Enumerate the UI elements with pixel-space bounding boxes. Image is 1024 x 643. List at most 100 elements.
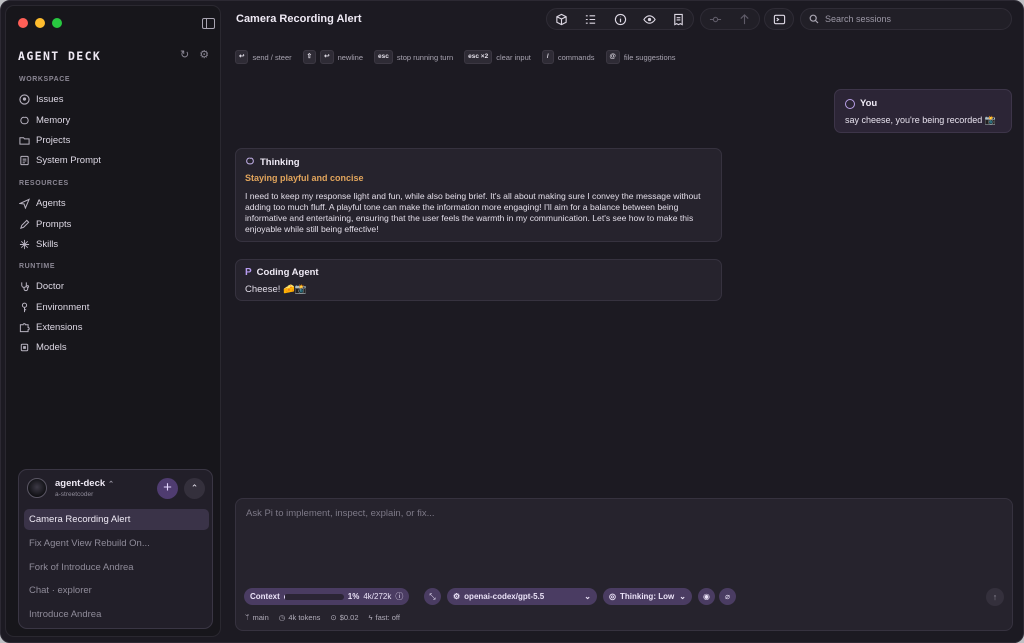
cost-indicator: ⊙ $0.02: [330, 613, 358, 622]
section-label-workspace: WORKSPACE: [19, 76, 71, 83]
agent-logo-icon: P: [245, 267, 252, 278]
chevron-down-icon: ⌄: [679, 592, 686, 601]
sidebar-item-label: Agents: [36, 197, 66, 209]
branch-name: main: [252, 613, 269, 622]
fast-mode-text: fast: off: [375, 613, 400, 622]
sidebar-item-extensions[interactable]: Extensions: [19, 320, 82, 334]
sidebar-item-label: Projects: [36, 134, 71, 146]
thinking-title: Thinking: [260, 157, 300, 168]
sidebar-item-system-prompt[interactable]: System Prompt: [19, 153, 101, 167]
new-session-button[interactable]: +: [157, 478, 178, 499]
thinking-header: Thinking: [245, 156, 300, 169]
section-label-resources: RESOURCES: [19, 180, 69, 187]
shortcut-files: @ file suggestions: [605, 50, 676, 64]
composer-footer: ᛘ main ◷ 4k tokens ⊙ $0.02 ϟ fast: off: [245, 613, 400, 622]
toolbar-terminal-group: [764, 8, 794, 30]
refresh-icon[interactable]: ↻: [180, 48, 189, 61]
session-item[interactable]: Fork of Introduce Andrea: [24, 557, 209, 578]
info-icon[interactable]: [605, 8, 634, 30]
push-arrow-icon[interactable]: [730, 8, 759, 30]
sidebar-item-models[interactable]: Models: [19, 340, 67, 354]
session-item[interactable]: Chat · explorer: [24, 580, 209, 601]
sidebar-item-label: Prompts: [36, 218, 72, 230]
shortcut-hints: ↩ send / steer ⇧ ↩ newline esc stop running …: [235, 50, 681, 64]
send-icon: [19, 197, 30, 209]
sidebar-item-doctor[interactable]: Doctor: [19, 279, 64, 293]
lightning-off-icon: ϟ: [368, 613, 373, 622]
token-count-text: 4k tokens: [288, 613, 321, 622]
minimize-window-button[interactable]: [35, 18, 45, 28]
brain-icon: [245, 156, 255, 169]
context-usage-pill[interactable]: Context 1% 4k/272k ⓘ: [244, 588, 410, 605]
context-label: Context: [250, 592, 280, 601]
github-icon[interactable]: ◉: [698, 588, 715, 605]
project-owner: a-streetcoder: [55, 491, 94, 498]
agent-message-text: Cheese! 🧀📸: [245, 284, 307, 295]
sidebar-item-label: System Prompt: [36, 154, 101, 166]
commit-icon[interactable]: [701, 8, 730, 30]
kbd-key: ↩: [235, 50, 249, 64]
fast-mode-toggle[interactable]: ϟ fast: off: [369, 613, 400, 622]
terminal-icon[interactable]: [765, 8, 793, 30]
brand-logo: AGENT DECK: [18, 49, 102, 63]
gear-icon: ⚙: [453, 592, 461, 601]
page-title: Camera Recording Alert: [236, 13, 362, 25]
github-icon: [19, 93, 30, 105]
sidebar-item-prompts[interactable]: Prompts: [19, 217, 71, 231]
brain-icon: ◎: [609, 592, 616, 601]
session-item[interactable]: Introduce Andrea: [24, 604, 209, 625]
close-window-button[interactable]: [18, 18, 28, 28]
chevron-up-down-icon: ⌃: [108, 481, 115, 488]
sidebar-item-memory[interactable]: Memory: [19, 113, 70, 127]
sessions-panel: agent-deck ⌃ a-streetcoder + ⌃ Camera Rec…: [18, 469, 213, 629]
receipt-icon[interactable]: [664, 8, 693, 30]
shortcut-label: newline: [337, 52, 363, 62]
search-input[interactable]: Search sessions: [800, 8, 1012, 30]
user-message-text: say cheese, you're being recorded 📸: [845, 115, 997, 125]
collapse-sessions-button[interactable]: ⌃: [184, 478, 205, 499]
gear-icon[interactable]: ⚙: [199, 48, 209, 61]
window-controls: [18, 18, 62, 28]
thinking-level-selector[interactable]: ◎ Thinking: Low ⌄: [603, 588, 692, 605]
user-icon: [845, 98, 855, 109]
kbd-key: /: [541, 50, 554, 64]
token-count: ◷ 4k tokens: [279, 613, 321, 622]
package-icon[interactable]: [547, 8, 576, 30]
sidebar-item-agents[interactable]: Agents: [19, 196, 66, 210]
thinking-card[interactable]: Thinking Staying playful and concise I n…: [235, 148, 722, 242]
paperclip-icon[interactable]: ⌀: [719, 588, 736, 605]
prompt-input[interactable]: Ask Pi to implement, inspect, explain, o…: [246, 508, 946, 519]
session-item[interactable]: Fix Agent View Rebuild On...: [24, 533, 209, 554]
thinking-body: I need to keep my response light and fun…: [245, 191, 701, 234]
context-percent: 1%: [347, 592, 360, 601]
compress-icon[interactable]: ⤡: [424, 588, 441, 605]
shortcut-newline: ⇧ ↩ newline: [302, 50, 363, 64]
zoom-window-button[interactable]: [52, 18, 62, 28]
avatar: [27, 478, 47, 498]
puzzle-icon: [19, 322, 30, 333]
app-window: AGENT DECK ↻ ⚙ WORKSPACE Issues Memory P…: [0, 0, 1024, 643]
sidebar-item-label: Models: [36, 341, 67, 353]
sidebar-item-environment[interactable]: Environment: [19, 300, 89, 314]
project-switcher[interactable]: agent-deck ⌃: [55, 478, 114, 489]
sidebar-item-skills[interactable]: Skills: [19, 237, 58, 251]
toolbar-git-group: [700, 8, 760, 30]
search-icon: [809, 14, 819, 24]
toolbar-view-group: [546, 8, 694, 30]
session-item[interactable]: Camera Recording Alert: [24, 509, 209, 530]
sparkle-icon: [19, 239, 30, 250]
sidebar-item-label: Memory: [36, 114, 71, 126]
sidebar-item-projects[interactable]: Projects: [19, 133, 70, 147]
dollar-icon: ⊙: [330, 613, 337, 622]
sidebar: AGENT DECK ↻ ⚙ WORKSPACE Issues Memory P…: [5, 5, 221, 637]
eye-icon[interactable]: [635, 8, 664, 30]
sidebar-item-label: Environment: [36, 301, 90, 313]
sidebar-toggle-icon[interactable]: [202, 18, 215, 29]
send-button[interactable]: ↑: [986, 588, 1004, 606]
sidebar-item-issues[interactable]: Issues: [19, 92, 63, 106]
model-selector[interactable]: ⚙ openai-codex/gpt-5.5 ⌄: [447, 588, 597, 605]
shortcut-label: send / steer: [252, 52, 292, 62]
agent-author: Coding Agent: [256, 267, 319, 278]
model-name: openai-codex/gpt-5.5: [464, 592, 545, 601]
checklist-icon[interactable]: [576, 8, 605, 30]
